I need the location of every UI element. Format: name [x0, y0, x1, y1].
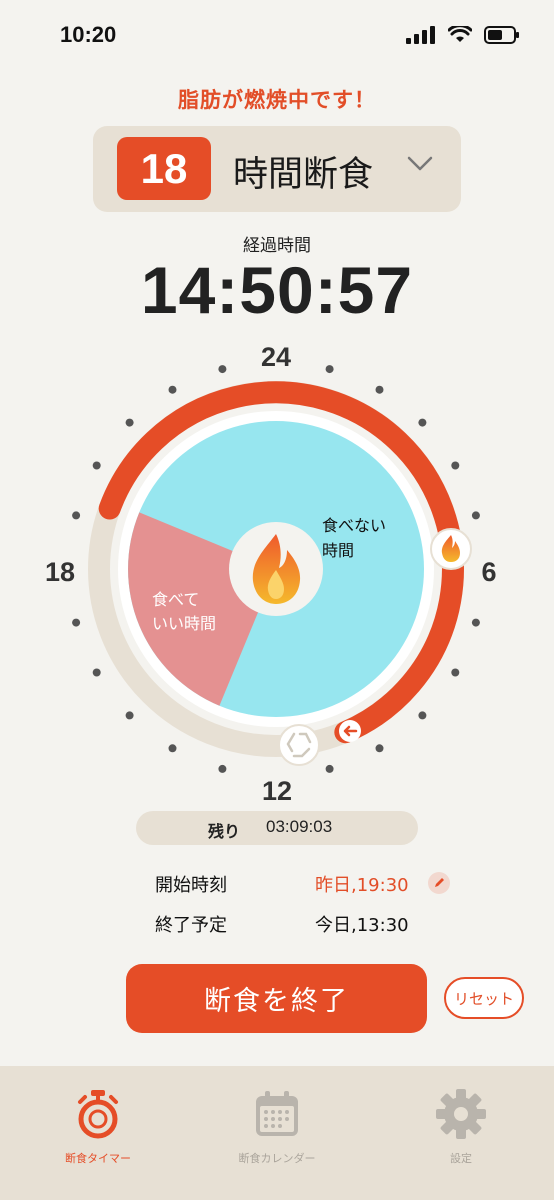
- hour-dot: [325, 764, 334, 773]
- tab-label-timer: 断食タイマー: [65, 1152, 131, 1165]
- remaining-bar: 残り 03:09:03: [136, 811, 418, 845]
- tab-label-settings: 設定: [450, 1152, 472, 1165]
- tab-settings[interactable]: 設定: [381, 1088, 541, 1166]
- hour-dot: [418, 711, 427, 720]
- remaining-label: 残り: [208, 822, 241, 841]
- edit-start-button[interactable]: [428, 872, 450, 894]
- tab-bar: 断食タイマー 断食カレンダー 設定: [0, 1066, 554, 1200]
- remaining-time: 03:09:03: [266, 817, 333, 836]
- battery-icon: [484, 26, 519, 44]
- hour-label-24: 24: [261, 342, 291, 372]
- hour-dot: [72, 511, 81, 520]
- end-time-label: 終了予定: [155, 915, 227, 936]
- tab-label-calendar: 断食カレンダー: [238, 1152, 316, 1165]
- start-time-label: 開始時刻: [155, 875, 227, 896]
- eating-start-marker[interactable]: [278, 724, 320, 766]
- reset-button[interactable]: リセット: [444, 977, 524, 1019]
- end-fast-button[interactable]: 断食を終了: [126, 964, 427, 1033]
- status-bar: 10:20: [0, 0, 554, 70]
- chevron-down-icon: [407, 156, 433, 171]
- hour-dot: [168, 744, 177, 753]
- status-icons: [406, 26, 520, 44]
- hour-dot: [125, 711, 134, 720]
- hour-dot: [125, 418, 134, 427]
- hour-dot: [168, 385, 177, 394]
- hour-dot: [471, 618, 480, 627]
- hour-dot: [325, 365, 334, 374]
- wifi-icon: [448, 26, 472, 42]
- hour-dot: [451, 668, 460, 677]
- plan-label: 時間断食: [233, 155, 374, 195]
- plan-selector[interactable]: 18 時間断食: [93, 126, 461, 212]
- status-time: 10:20: [60, 22, 117, 47]
- hour-dot: [92, 461, 101, 470]
- hour-label-6: 6: [481, 557, 496, 587]
- hour-label-12: 12: [262, 776, 292, 806]
- status-message: 脂肪が燃焼中です！: [178, 88, 376, 112]
- start-time-value[interactable]: 昨日,19:30: [315, 871, 409, 897]
- end-time-value: 今日,13:30: [315, 915, 409, 936]
- signal-icon: [406, 26, 435, 44]
- tab-fasting-calendar[interactable]: 断食カレンダー: [197, 1088, 357, 1166]
- hour-dot: [72, 618, 81, 627]
- tab-fasting-timer[interactable]: 断食タイマー: [18, 1088, 178, 1166]
- hour-dot: [375, 385, 384, 394]
- pencil-icon: [435, 878, 444, 887]
- hour-dot: [451, 461, 460, 470]
- calendar-icon: [256, 1091, 298, 1136]
- hour-dot: [218, 365, 227, 374]
- hour-dot: [471, 511, 480, 520]
- elapsed-time: 14:50:57: [140, 253, 414, 327]
- gear-icon: [436, 1089, 486, 1139]
- hour-dot: [418, 418, 427, 427]
- hour-label-18: 18: [45, 557, 75, 587]
- plan-hours-badge: 18: [117, 137, 211, 200]
- fasting-dial: 食べて いい時間 食べない 時間 24 6 12 18: [45, 342, 497, 806]
- hour-dot: [375, 744, 384, 753]
- hour-dot: [92, 668, 101, 677]
- stopwatch-icon: [78, 1090, 118, 1139]
- hour-dot: [218, 764, 227, 773]
